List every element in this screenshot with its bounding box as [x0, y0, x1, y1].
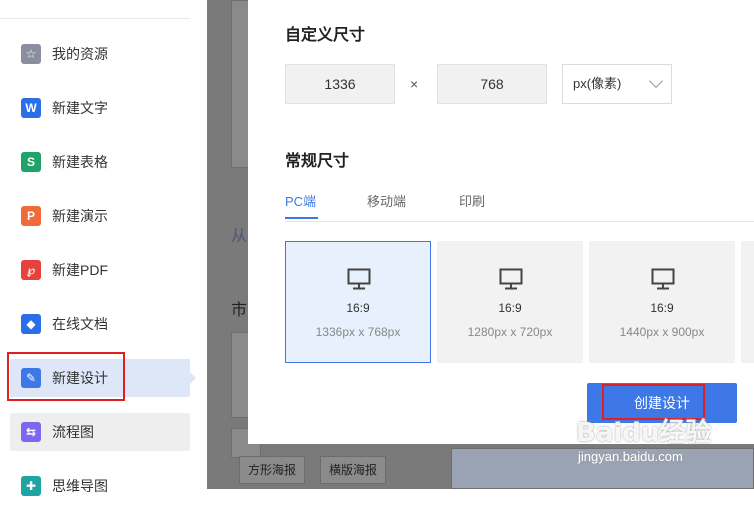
preset-ratio: 16:9 [346, 301, 370, 315]
preset-ratio: 16:9 [498, 301, 522, 315]
sidebar-item-online-doc[interactable]: ◆ 在线文档 [10, 305, 190, 343]
size-preset-card[interactable]: 16:9 1336px x 768px [285, 241, 431, 363]
custom-size-title: 自定义尺寸 [285, 27, 366, 44]
preset-dimensions: 1280px x 720px [467, 325, 553, 339]
sidebar-item-label: 新建文字 [52, 100, 108, 116]
preset-dimensions: 1440px x 900px [619, 325, 705, 339]
size-preset-card-partial[interactable] [741, 241, 754, 363]
preset-dimensions: 1336px x 768px [315, 325, 401, 339]
sidebar: ☆ 我的资源 W 新建文字 S 新建表格 P 新建演示 ℘ 新建PDF ◆ 在线… [0, 0, 207, 496]
create-design-dialog: 自定义尺寸 1336 × 768 px(像素) 常规尺寸 PC端 移动端 印刷 … [248, 0, 754, 444]
mindmap-icon: ✚ [21, 476, 41, 496]
sidebar-item-label: 在线文档 [52, 316, 108, 332]
sidebar-item-new-presentation[interactable]: P 新建演示 [10, 197, 190, 235]
pdf-icon: ℘ [21, 260, 41, 280]
unit-select-value: px(像素) [573, 76, 622, 91]
times-sign: × [410, 76, 419, 92]
size-preset-card[interactable]: 16:9 1440px x 900px [589, 241, 735, 363]
spreadsheet-icon: S [21, 152, 41, 172]
baidu-watermark: Baidu经验 jingyan.baidu.com [576, 412, 711, 464]
sidebar-item-new-spreadsheet[interactable]: S 新建表格 [10, 143, 190, 181]
monitor-icon [347, 268, 371, 290]
sidebar-item-label: 流程图 [52, 424, 94, 440]
preset-ratio: 16:9 [650, 301, 674, 315]
highlight-box [7, 352, 125, 401]
background-tag: 方形海报 [239, 456, 306, 484]
sidebar-item-label: 我的资源 [52, 46, 108, 62]
height-input[interactable]: 768 [437, 64, 547, 104]
background-link-text: 从 [231, 228, 248, 245]
sidebar-item-new-writer[interactable]: W 新建文字 [10, 89, 190, 127]
sidebar-item-my-resources[interactable]: ☆ 我的资源 [10, 35, 190, 73]
sidebar-item-mindmap[interactable]: ✚ 思维导图 [10, 467, 190, 505]
monitor-icon [651, 268, 675, 290]
star-icon: ☆ [21, 44, 41, 64]
sidebar-item-new-pdf[interactable]: ℘ 新建PDF [10, 251, 190, 289]
tab-underline [285, 217, 318, 219]
sidebar-item-label: 新建PDF [52, 262, 108, 278]
watermark-brand: Baidu经验 [576, 418, 712, 448]
chevron-down-icon [648, 73, 664, 89]
sidebar-item-flowchart[interactable]: ⇆ 流程图 [10, 413, 190, 451]
unit-select[interactable]: px(像素) [562, 64, 672, 104]
watermark-url: jingyan.baidu.com [578, 449, 683, 464]
writer-icon: W [21, 98, 41, 118]
size-preset-card[interactable]: 16:9 1280px x 720px [437, 241, 583, 363]
online-doc-icon: ◆ [21, 314, 41, 334]
monitor-icon [499, 268, 523, 290]
sidebar-item-label: 新建演示 [52, 208, 108, 224]
tab-pc[interactable]: PC端 [285, 191, 316, 210]
flowchart-icon: ⇆ [21, 422, 41, 442]
common-size-title: 常规尺寸 [285, 153, 350, 170]
background-section-title: 市 [231, 302, 248, 319]
size-tabs: PC端 移动端 印刷 [285, 187, 754, 222]
tab-print[interactable]: 印刷 [459, 191, 485, 210]
background-tag: 横版海报 [320, 456, 387, 484]
sidebar-item-label: 思维导图 [52, 478, 108, 494]
presentation-icon: P [21, 206, 41, 226]
width-input[interactable]: 1336 [285, 64, 395, 104]
tab-mobile[interactable]: 移动端 [367, 191, 406, 210]
sidebar-item-label: 新建表格 [52, 154, 108, 170]
active-indicator [190, 372, 196, 384]
divider [0, 18, 190, 19]
